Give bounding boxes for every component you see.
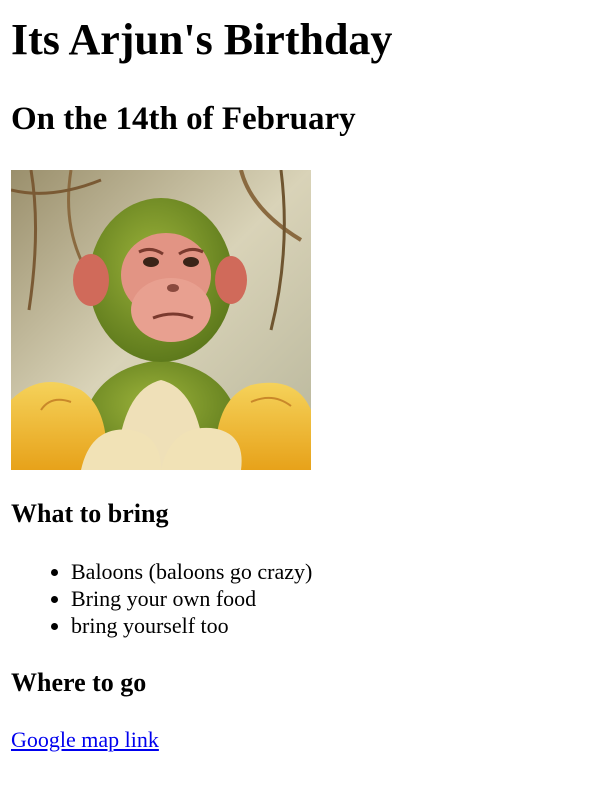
birthday-monkey-image bbox=[11, 170, 311, 470]
list-item: Baloons (baloons go crazy) bbox=[71, 558, 312, 585]
google-map-link[interactable]: Google map link bbox=[11, 726, 159, 754]
bring-list: Baloons (baloons go crazy) Bring your ow… bbox=[11, 558, 312, 639]
page-subtitle: On the 14th of February bbox=[11, 101, 356, 137]
what-to-bring-heading: What to bring bbox=[11, 499, 169, 528]
list-item: bring yourself too bbox=[71, 612, 312, 639]
list-item: Bring your own food bbox=[71, 585, 312, 612]
page-title: Its Arjun's Birthday bbox=[11, 15, 393, 64]
where-to-go-heading: Where to go bbox=[11, 668, 147, 697]
